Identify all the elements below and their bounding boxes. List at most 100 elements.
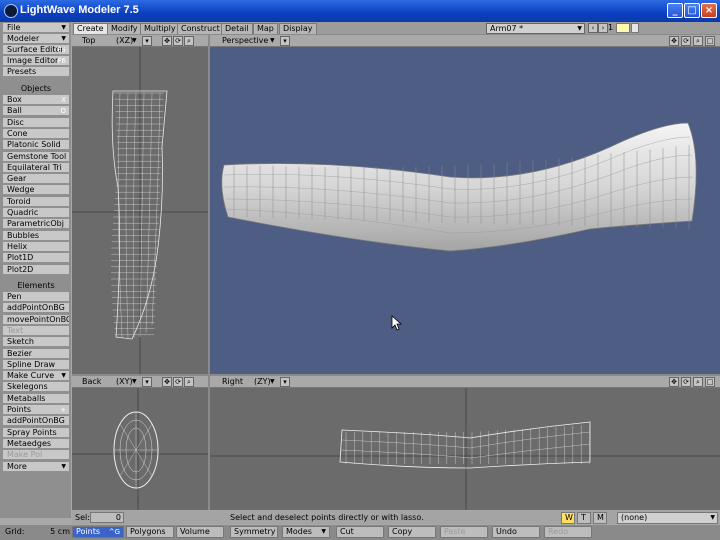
view-label-right[interactable]: Right	[222, 377, 243, 387]
sidebar-item-movepointonbg[interactable]: movePointOnBG	[3, 314, 69, 325]
sidebar-item-metaedges[interactable]: Metaedges	[3, 438, 69, 449]
sidebar-item-disc[interactable]: Disc	[3, 117, 69, 128]
move-view-icon[interactable]: ✥	[669, 377, 679, 387]
maximize-view-icon[interactable]: □	[705, 377, 715, 387]
sidebar-item-skelegons[interactable]: Skelegons	[3, 382, 69, 393]
sidebar-item-make-curve[interactable]: Make Curve ▼	[3, 371, 69, 382]
volume-mode-button[interactable]: Volume	[176, 526, 224, 538]
viewport-top[interactable]: Top (XZ) ▼ ▾ ✥ ⟳ ⌕	[72, 35, 208, 374]
sidebar-item-presets[interactable]: Presets	[3, 67, 69, 77]
view-dropdown-icon[interactable]: ▼	[132, 36, 137, 46]
sidebar-item-modeler[interactable]: Modeler ▼	[3, 34, 69, 44]
viewport-perspective-canvas[interactable]	[210, 47, 720, 374]
zoom-view-icon[interactable]: ⌕	[693, 377, 703, 387]
redo-button[interactable]: Redo	[544, 526, 592, 538]
undo-button[interactable]: Undo	[492, 526, 540, 538]
sidebar-item-surface-editor[interactable]: Surface Editor F5	[3, 45, 69, 55]
sidebar-item-pen[interactable]: Pen	[3, 292, 69, 302]
sidebar-item-ball[interactable]: Ball O	[3, 106, 69, 117]
sidebar-item-points[interactable]: Points +	[3, 405, 69, 415]
sidebar-item-equilateral-tri[interactable]: Equilateral Tri	[3, 162, 69, 173]
layer-select[interactable]: Arm07 * ▼	[486, 23, 585, 34]
zoom-view-icon[interactable]: ⌕	[693, 36, 703, 46]
maximize-button[interactable]: □	[684, 3, 700, 18]
sidebar-item-wedge[interactable]: Wedge	[3, 185, 69, 196]
viewport-right[interactable]: Right (ZY) ▼ ▾ ✥ ⟳ ⌕ □	[210, 376, 720, 510]
sidebar-item-spline-draw[interactable]: Spline Draw	[3, 359, 69, 370]
sidebar-item-gemstone-tool[interactable]: Gemstone Tool	[3, 151, 69, 162]
tab-modify[interactable]: Modify	[107, 23, 142, 34]
move-view-icon[interactable]: ✥	[162, 36, 172, 46]
move-view-icon[interactable]: ✥	[669, 36, 679, 46]
view-options-icon[interactable]: ▾	[142, 36, 152, 46]
paste-button[interactable]: Paste	[440, 526, 488, 538]
next-layer-icon[interactable]: ›	[598, 23, 608, 33]
view-dropdown-icon[interactable]: ▼	[270, 377, 275, 387]
view-dropdown-icon[interactable]: ▼	[132, 377, 137, 387]
viewport-back[interactable]: Back (XY) ▼ ▾ ✥ ⟳ ⌕	[72, 376, 208, 510]
viewport-perspective[interactable]: Perspective ▼ ▾ ✥ ⟳ ⌕ □	[210, 35, 720, 374]
tab-construct[interactable]: Construct	[177, 23, 224, 34]
sidebar-item-image-editor[interactable]: Image Editor F6	[3, 56, 69, 66]
tab-multiply[interactable]: Multiply	[140, 23, 180, 34]
sidebar-item-plot1d[interactable]: Plot1D	[3, 253, 69, 264]
sidebar-item-more[interactable]: More ▼	[3, 461, 69, 472]
rotate-view-icon[interactable]: ⟳	[681, 36, 691, 46]
view-options-icon[interactable]: ▾	[142, 377, 152, 387]
cut-button[interactable]: Cut	[336, 526, 384, 538]
sidebar-item-gear[interactable]: Gear	[3, 174, 69, 185]
sidebar-item-bezier[interactable]: Bezier	[3, 348, 69, 359]
sidebar-item-toroid[interactable]: Toroid	[3, 196, 69, 207]
viewport-right-canvas[interactable]	[210, 388, 720, 510]
sidebar-item-metaballs[interactable]: Metaballs	[3, 393, 69, 404]
sidebar-item-addpointonbg[interactable]: addPointOnBG	[3, 416, 69, 427]
sidebar-item-file[interactable]: File ▼	[3, 23, 69, 33]
modes-button[interactable]: Modes ▼	[282, 526, 330, 538]
copy-button[interactable]: Copy	[388, 526, 436, 538]
wireframe-toggle[interactable]: W	[561, 512, 575, 524]
sidebar-item-spray-points[interactable]: Spray Points	[3, 427, 69, 438]
sidebar-item-quadric[interactable]: Quadric	[3, 208, 69, 218]
view-options-icon[interactable]: ▾	[280, 377, 290, 387]
sidebar-item-parametricobj[interactable]: ParametricObj	[3, 219, 69, 230]
rotate-view-icon[interactable]: ⟳	[173, 377, 183, 387]
sidebar-item-cone[interactable]: Cone	[3, 128, 69, 139]
rotate-view-icon[interactable]: ⟳	[681, 377, 691, 387]
sidebar-item-make-pol[interactable]: Make Pol	[3, 450, 69, 461]
symmetry-button[interactable]: Symmetry	[230, 526, 278, 538]
viewport-top-canvas[interactable]	[72, 47, 208, 374]
tab-detail[interactable]: Detail	[221, 23, 253, 34]
move-view-icon[interactable]: ✥	[162, 377, 172, 387]
view-dropdown-icon[interactable]: ▼	[270, 36, 275, 46]
tab-create[interactable]: Create	[73, 23, 108, 34]
texture-toggle[interactable]: T	[577, 512, 591, 524]
sidebar-item-sketch[interactable]: Sketch	[3, 337, 69, 348]
points-mode-button[interactable]: Points ^G	[72, 526, 124, 538]
view-options-icon[interactable]: ▾	[280, 36, 290, 46]
viewport-back-canvas[interactable]	[72, 388, 208, 510]
sidebar-item-helix[interactable]: Helix	[3, 241, 69, 252]
tab-map[interactable]: Map	[253, 23, 278, 34]
polygons-mode-button[interactable]: Polygons	[126, 526, 174, 538]
maximize-view-icon[interactable]: □	[705, 36, 715, 46]
sidebar-item-bubbles[interactable]: Bubbles	[3, 230, 69, 241]
prev-layer-icon[interactable]: ‹	[588, 23, 598, 33]
view-label-top[interactable]: Top	[82, 36, 96, 46]
sidebar-item-addpointonbg[interactable]: addPointOnBG	[3, 303, 69, 314]
sidebar-item-text[interactable]: Text	[3, 325, 69, 336]
surface-select[interactable]: (none) ▼	[617, 512, 718, 524]
material-toggle[interactable]: M	[593, 512, 607, 524]
zoom-view-icon[interactable]: ⌕	[184, 36, 194, 46]
minimize-button[interactable]: _	[667, 3, 683, 18]
tab-display[interactable]: Display	[279, 23, 317, 34]
rotate-view-icon[interactable]: ⟳	[173, 36, 183, 46]
sidebar-item-box[interactable]: Box X	[3, 95, 69, 105]
foreground-layer-swatch[interactable]	[616, 23, 630, 33]
background-layer-swatch[interactable]	[631, 23, 639, 33]
sidebar-item-plot2d[interactable]: Plot2D	[3, 264, 69, 275]
zoom-view-icon[interactable]: ⌕	[184, 377, 194, 387]
sidebar-item-platonic-solid[interactable]: Platonic Solid	[3, 140, 69, 151]
view-label-perspective[interactable]: Perspective	[222, 36, 268, 46]
close-button[interactable]: ×	[701, 3, 717, 18]
view-label-back[interactable]: Back	[82, 377, 101, 387]
